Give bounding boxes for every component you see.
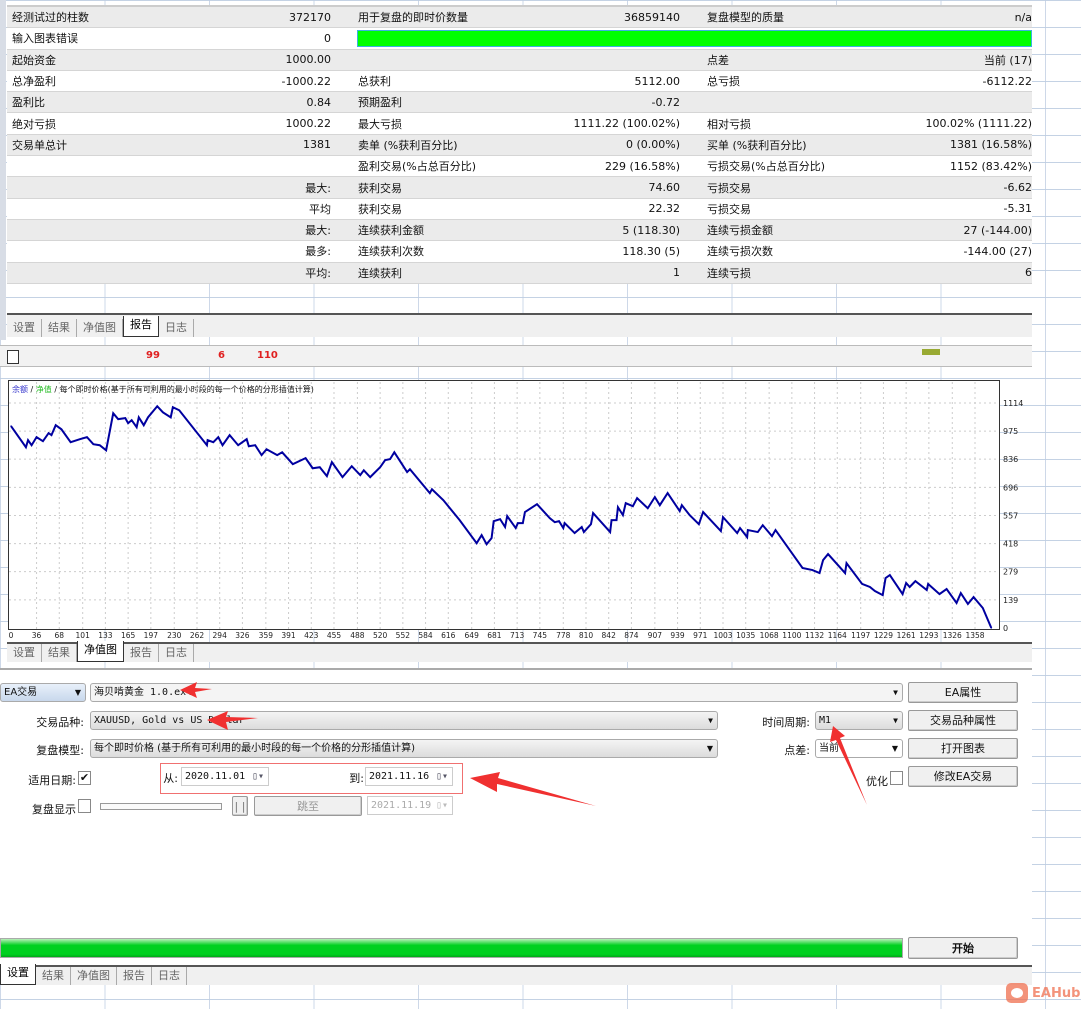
tab-item[interactable]: 报告: [117, 967, 152, 985]
tab-item[interactable]: 设置: [0, 964, 36, 985]
annotation-arrows: [180, 682, 867, 806]
start-button[interactable]: 开始: [908, 937, 1018, 959]
tab-item[interactable]: 结果: [36, 967, 71, 985]
tab-item[interactable]: 日志: [152, 967, 187, 985]
red-arrow-icon: [470, 772, 596, 806]
tab-item[interactable]: 净值图: [71, 967, 117, 985]
progress-fill: [1, 939, 902, 957]
red-arrow-icon: [180, 682, 212, 698]
eahub-logo: EAHub: [1006, 983, 1080, 1003]
tester-tabs-bottom: 设置 结果 净值图 报告 日志: [0, 964, 1032, 985]
logo-text: EAHub: [1032, 985, 1081, 1001]
red-arrow-icon: [830, 726, 867, 805]
logo-icon: [1006, 983, 1028, 1003]
test-progress-bar: [0, 938, 903, 958]
red-arrow-icon: [207, 711, 258, 730]
